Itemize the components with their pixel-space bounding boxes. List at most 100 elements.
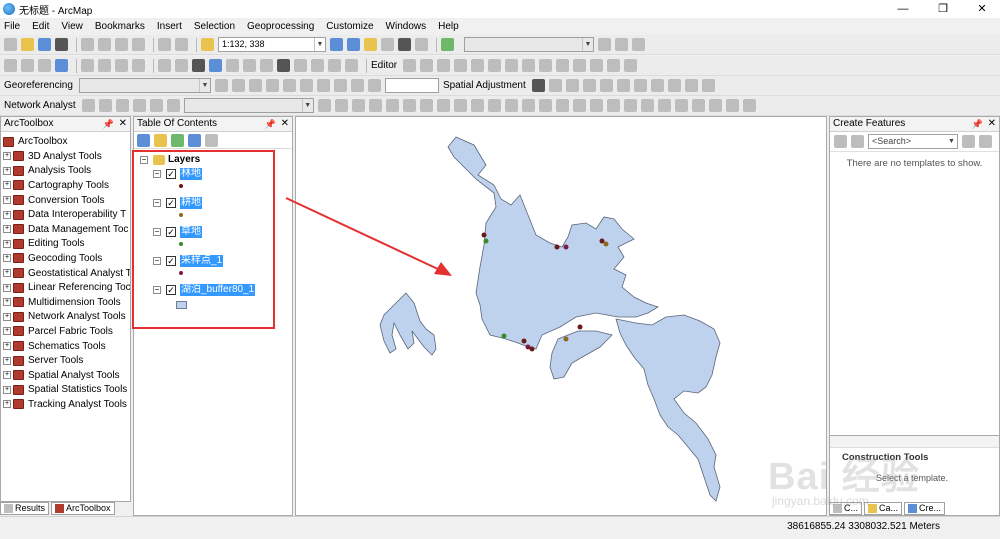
trace-icon[interactable]: [471, 59, 485, 72]
measure-icon[interactable]: [260, 59, 273, 72]
clear-selection-icon[interactable]: [175, 59, 188, 72]
editor-menu[interactable]: Editor: [371, 60, 397, 71]
toolbox-item[interactable]: + Network Analyst Tools: [3, 310, 130, 325]
reshape-icon[interactable]: [522, 59, 536, 72]
topology-icon-j[interactable]: [470, 99, 484, 112]
topology-icon-e[interactable]: [385, 99, 399, 112]
cut-polygons-icon[interactable]: [539, 59, 553, 72]
add-data-icon[interactable]: [201, 38, 214, 51]
menu-bookmarks[interactable]: Bookmarks: [95, 21, 145, 32]
filter-icon[interactable]: [851, 135, 864, 148]
lake-polygon-left[interactable]: [379, 292, 437, 356]
viewer-georef-icon[interactable]: [350, 79, 364, 92]
menu-edit[interactable]: Edit: [32, 21, 49, 32]
network-window-icon[interactable]: [81, 99, 95, 112]
list-by-source-icon[interactable]: [154, 133, 167, 147]
spatial-adjustment-menu[interactable]: Spatial Adjustment: [443, 80, 526, 91]
sample-point[interactable]: [554, 244, 560, 250]
new-limited-area-icon[interactable]: [616, 79, 630, 92]
sample-point[interactable]: [521, 338, 527, 344]
hammer-icon[interactable]: [598, 38, 611, 51]
toolbox-item[interactable]: + Geostatistical Analyst T: [3, 266, 130, 281]
open-icon[interactable]: [21, 38, 34, 51]
editor-toolbar-icon[interactable]: [330, 38, 343, 51]
toolbox-item[interactable]: + Spatial Analyst Tools: [3, 368, 130, 383]
topology-icon-t[interactable]: [640, 99, 654, 112]
lake-polygon-small[interactable]: [549, 330, 613, 380]
clear-search-icon[interactable]: [979, 135, 992, 148]
network-identify-icon[interactable]: [132, 99, 146, 112]
topology-icon-p[interactable]: [572, 99, 586, 112]
link-table-icon[interactable]: [333, 79, 347, 92]
menu-help[interactable]: Help: [438, 21, 459, 32]
select-move-location-icon[interactable]: [115, 99, 129, 112]
menu-geoprocessing[interactable]: Geoprocessing: [247, 21, 314, 32]
toolbox-item[interactable]: +3D Analyst Tools: [3, 149, 130, 164]
zoom-to-link-icon[interactable]: [299, 79, 313, 92]
toolbox-item[interactable]: + Server Tools: [3, 353, 130, 368]
list-by-visibility-icon[interactable]: [171, 133, 184, 147]
attribute-transfer-icon[interactable]: [667, 79, 681, 92]
straight-segment-icon[interactable]: [437, 59, 451, 72]
sample-point[interactable]: [481, 232, 487, 238]
toolbox-item[interactable]: + Editing Tools: [3, 237, 130, 252]
delete-icon[interactable]: [132, 38, 145, 51]
delete-link-icon[interactable]: [316, 79, 330, 92]
close-icon[interactable]: ✕: [988, 117, 996, 131]
attributes-icon[interactable]: [590, 59, 604, 72]
sample-point[interactable]: [529, 346, 535, 352]
find-route-icon[interactable]: [294, 59, 307, 72]
identify-icon[interactable]: [209, 59, 222, 72]
lake-polygon-right[interactable]: [615, 314, 721, 502]
tab-catalog[interactable]: Ca...: [864, 502, 903, 515]
new-displacement-link-icon[interactable]: [548, 79, 562, 92]
topology-icon-n[interactable]: [538, 99, 552, 112]
topology-icon-s[interactable]: [623, 99, 637, 112]
model-builder-icon[interactable]: [441, 38, 454, 51]
network-analyst-menu[interactable]: Network Analyst: [4, 100, 76, 111]
rotate-icon[interactable]: [573, 59, 587, 72]
toolbox-item[interactable]: + Schematics Tools: [3, 339, 130, 354]
topology-icon-l[interactable]: [504, 99, 518, 112]
topology-icon-q[interactable]: [589, 99, 603, 112]
create-features-icon[interactable]: [624, 59, 638, 72]
redo-icon[interactable]: [175, 38, 188, 51]
toolbox-item[interactable]: + Linear Referencing Toc: [3, 280, 130, 295]
sample-point[interactable]: [577, 324, 583, 330]
link-table-adjust-icon[interactable]: [684, 79, 698, 92]
search-window-icon[interactable]: [381, 38, 394, 51]
toolbox-item[interactable]: + Parcel Fabric Tools: [3, 324, 130, 339]
add-control-points-icon[interactable]: [265, 79, 279, 92]
toolbox-item[interactable]: + Multidimension Tools: [3, 295, 130, 310]
modify-link-icon[interactable]: [565, 79, 579, 92]
endpoint-arc-icon[interactable]: [454, 59, 468, 72]
georef-layer-combo[interactable]: ▼: [78, 78, 211, 93]
point-icon[interactable]: [488, 59, 502, 72]
arctoolbox-icon[interactable]: [398, 38, 411, 51]
create-network-location-icon[interactable]: [98, 99, 112, 112]
clear-limited-area-icon[interactable]: [633, 79, 647, 92]
tab-results[interactable]: Results: [0, 502, 50, 515]
tool-icon-a[interactable]: [615, 38, 628, 51]
topology-icon-w[interactable]: [691, 99, 705, 112]
directions-icon[interactable]: [166, 99, 180, 112]
topology-icon-z[interactable]: [742, 99, 756, 112]
list-by-selection-icon[interactable]: [188, 133, 201, 147]
toolbox-root[interactable]: ArcToolbox: [3, 134, 130, 149]
forward-icon[interactable]: [132, 59, 145, 72]
options-icon[interactable]: [205, 133, 218, 147]
tab-arctoolbox[interactable]: ArcToolbox: [51, 502, 115, 515]
topology-icon-x[interactable]: [708, 99, 722, 112]
lake-polygon-main[interactable]: [447, 136, 659, 350]
topology-icon-k[interactable]: [487, 99, 501, 112]
split-icon[interactable]: [556, 59, 570, 72]
viewer-icon[interactable]: [345, 59, 358, 72]
topology-icon-d[interactable]: [368, 99, 382, 112]
topology-icon-c[interactable]: [351, 99, 365, 112]
topology-icon-r[interactable]: [606, 99, 620, 112]
print-icon[interactable]: [55, 38, 68, 51]
sample-point[interactable]: [603, 241, 609, 247]
map-canvas[interactable]: [296, 117, 828, 517]
scale-combo[interactable]: 1:132, 338 ▼: [218, 37, 326, 52]
topology-icon-f[interactable]: [402, 99, 416, 112]
